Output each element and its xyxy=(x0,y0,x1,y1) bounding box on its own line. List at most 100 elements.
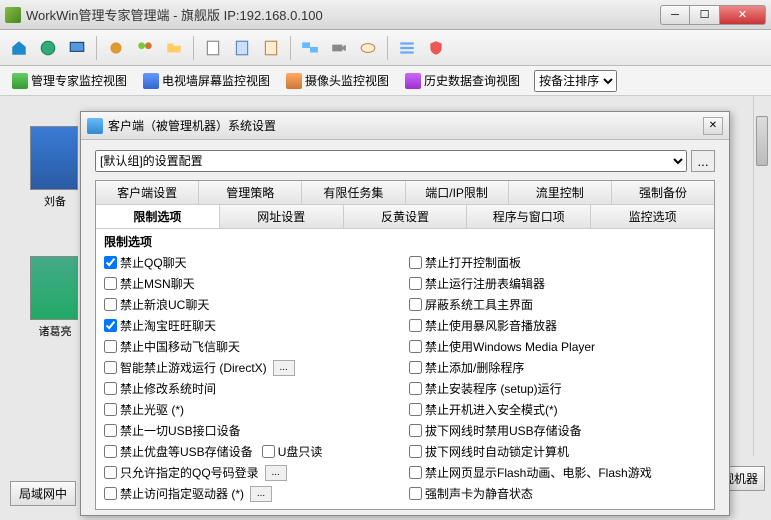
client-thumb-1[interactable]: 刘备 xyxy=(30,126,80,219)
chk-control-panel[interactable] xyxy=(409,256,422,269)
chk-uc[interactable] xyxy=(104,298,117,311)
chk-label: 屏蔽系统工具主界面 xyxy=(425,296,533,313)
chk-usb-storage[interactable] xyxy=(104,445,117,458)
chk-label: 禁止运行注册表编辑器 xyxy=(425,275,545,292)
tab-manage-policy[interactable]: 管理策略 xyxy=(199,181,302,204)
chk-usb-readonly[interactable] xyxy=(262,445,275,458)
folder-icon[interactable] xyxy=(161,35,187,61)
chk-regedit[interactable] xyxy=(409,277,422,290)
chk-cdrom[interactable] xyxy=(104,403,117,416)
close-button[interactable]: ✕ xyxy=(720,5,766,25)
chk-msn[interactable] xyxy=(104,277,117,290)
qq-allow-more-button[interactable]: ... xyxy=(265,465,287,481)
home-icon[interactable] xyxy=(6,35,32,61)
chk-mute[interactable] xyxy=(409,487,422,500)
globe-icon[interactable] xyxy=(35,35,61,61)
chk-label: 禁止网页显示Flash动画、电影、Flash游戏 xyxy=(425,464,652,481)
scrollbar[interactable] xyxy=(753,96,769,456)
lan-button[interactable]: 局域网中 xyxy=(10,481,76,506)
monitor-icon[interactable] xyxy=(64,35,90,61)
titlebar: WorkWin管理专家管理端 - 旗舰版 IP:192.168.0.100 ─ … xyxy=(0,0,771,30)
doc1-icon[interactable] xyxy=(200,35,226,61)
tab-flow-control[interactable]: 流里控制 xyxy=(509,181,612,204)
chk-label: 禁止修改系统时间 xyxy=(120,380,216,397)
chk-storm[interactable] xyxy=(409,319,422,332)
maximize-button[interactable]: ☐ xyxy=(690,5,720,25)
dialog-icon xyxy=(87,118,103,134)
scroll-thumb[interactable] xyxy=(756,116,768,166)
chk-fetion[interactable] xyxy=(104,340,117,353)
chk-wangwang[interactable] xyxy=(104,319,117,332)
chk-safemode[interactable] xyxy=(409,403,422,416)
chk-add-remove[interactable] xyxy=(409,361,422,374)
chk-systools[interactable] xyxy=(409,298,422,311)
chk-setup[interactable] xyxy=(409,382,422,395)
chk-drive-access[interactable] xyxy=(104,487,117,500)
users-icon[interactable] xyxy=(132,35,158,61)
shield-icon[interactable] xyxy=(423,35,449,61)
settings-dialog: 客户端（被管理机器）系统设置 ✕ [默认组]的设置配置 ... 客户端设置 管理… xyxy=(80,111,730,516)
chk-qq[interactable] xyxy=(104,256,117,269)
minimize-button[interactable]: ─ xyxy=(660,5,690,25)
window-title: WorkWin管理专家管理端 - 旗舰版 IP:192.168.0.100 xyxy=(26,5,660,24)
tabset: 客户端设置 管理策略 有限任务集 端口/IP限制 流里控制 强制备份 限制选项 … xyxy=(95,180,715,510)
doc2-icon[interactable] xyxy=(229,35,255,61)
config-group-select[interactable]: [默认组]的设置配置 xyxy=(95,150,687,172)
sort-select[interactable]: 按备注排序 xyxy=(534,70,617,92)
chk-label: 禁止打开控制面板 xyxy=(425,254,521,271)
dialog-close-button[interactable]: ✕ xyxy=(703,117,723,135)
chk-label: 禁止开机进入安全模式(*) xyxy=(425,401,558,418)
chk-label: U盘只读 xyxy=(278,443,323,460)
chk-systime[interactable] xyxy=(104,382,117,395)
view-label: 电视墙屏幕监控视图 xyxy=(162,72,270,89)
camera-view-icon xyxy=(286,73,302,89)
right-column: 禁止打开控制面板 禁止运行注册表编辑器 屏蔽系统工具主界面 禁止使用暴风影音播放… xyxy=(409,252,706,504)
view-tab-monitor[interactable]: 管理专家监控视图 xyxy=(6,69,133,92)
chk-lock-netdown[interactable] xyxy=(409,445,422,458)
tab-port-ip[interactable]: 端口/IP限制 xyxy=(406,181,509,204)
chk-all-usb[interactable] xyxy=(104,424,117,437)
restrict-panel: 限制选项 禁止QQ聊天 禁止MSN聊天 禁止新浪UC聊天 禁止淘宝旺旺聊天 禁止… xyxy=(96,229,714,517)
directx-more-button[interactable]: ... xyxy=(273,360,295,376)
view-tab-history[interactable]: 历史数据查询视图 xyxy=(399,69,526,92)
view-tab-camera[interactable]: 摄像头监控视图 xyxy=(280,69,395,92)
chk-label: 禁止MSN聊天 xyxy=(120,275,195,292)
history-view-icon xyxy=(405,73,421,89)
tab-client-settings[interactable]: 客户端设置 xyxy=(96,181,199,204)
client-thumb-2[interactable]: 诸葛亮 xyxy=(30,256,80,349)
chk-label: 禁止添加/删除程序 xyxy=(425,359,524,376)
chk-label: 禁止光驱 (*) xyxy=(120,401,184,418)
screens-icon[interactable] xyxy=(297,35,323,61)
monitor-view-icon xyxy=(12,73,28,89)
main-toolbar xyxy=(0,30,771,66)
chk-label: 禁止淘宝旺旺聊天 xyxy=(120,317,216,334)
camera-icon[interactable] xyxy=(326,35,352,61)
config-more-button[interactable]: ... xyxy=(691,150,715,172)
chk-qq-allow[interactable] xyxy=(104,466,117,479)
tab-url[interactable]: 网址设置 xyxy=(220,205,344,228)
chk-label: 禁止一切USB接口设备 xyxy=(120,422,241,439)
chk-flash[interactable] xyxy=(409,466,422,479)
chk-usb-netdown[interactable] xyxy=(409,424,422,437)
gear-icon[interactable] xyxy=(103,35,129,61)
chk-wmp[interactable] xyxy=(409,340,422,353)
list-icon[interactable] xyxy=(394,35,420,61)
eye-icon[interactable] xyxy=(355,35,381,61)
chk-label: 禁止使用暴风影音播放器 xyxy=(425,317,557,334)
chk-label: 禁止安装程序 (setup)运行 xyxy=(425,380,562,397)
tab-restrict[interactable]: 限制选项 xyxy=(96,205,220,228)
drive-more-button[interactable]: ... xyxy=(250,486,272,502)
chk-directx-game[interactable] xyxy=(104,361,117,374)
tab-monitor-options[interactable]: 监控选项 xyxy=(591,205,714,228)
tab-program-window[interactable]: 程序与窗口项 xyxy=(467,205,591,228)
doc3-icon[interactable] xyxy=(258,35,284,61)
view-tab-tvwall[interactable]: 电视墙屏幕监控视图 xyxy=(137,69,276,92)
tab-force-backup[interactable]: 强制备份 xyxy=(612,181,714,204)
chk-label: 禁止访问指定驱动器 (*) xyxy=(120,485,244,502)
tab-antiyellow[interactable]: 反黄设置 xyxy=(344,205,468,228)
client-name: 诸葛亮 xyxy=(30,323,80,339)
app-icon xyxy=(5,7,21,23)
tab-task-set[interactable]: 有限任务集 xyxy=(302,181,405,204)
tvwall-view-icon xyxy=(143,73,159,89)
view-label: 摄像头监控视图 xyxy=(305,72,389,89)
